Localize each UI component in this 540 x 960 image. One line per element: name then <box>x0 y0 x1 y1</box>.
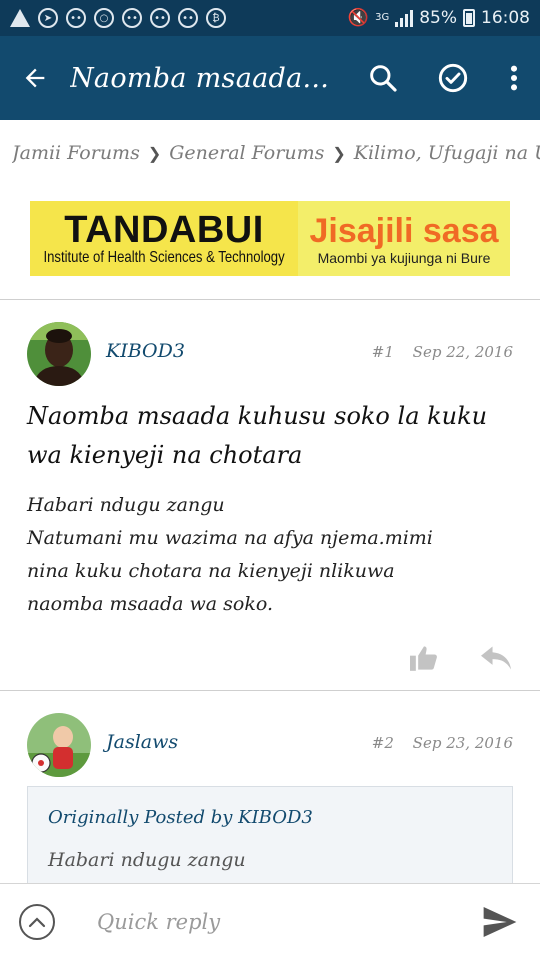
divider <box>0 299 540 300</box>
chevron-up-icon <box>28 917 46 928</box>
bitcoin-icon: ₿ <box>206 8 226 28</box>
post-body-line: naomba msaada wa soko. <box>27 593 273 615</box>
search-icon <box>370 65 397 92</box>
breadcrumb-item[interactable]: General Forums <box>169 142 324 164</box>
check-circle-icon <box>438 63 468 93</box>
post-number[interactable]: #2 <box>372 734 394 752</box>
thumbs-up-icon <box>410 646 437 671</box>
post-body-line: nina kuku chotara na kienyeji nlikuwa <box>27 560 395 582</box>
battery-percent: 85% <box>419 8 457 28</box>
breadcrumb-item[interactable]: Jamii Forums <box>12 142 140 164</box>
post-author[interactable]: KIBOD3 <box>106 340 185 362</box>
chat-icon: •• <box>150 8 170 28</box>
quote-attribution[interactable]: Originally Posted by KIBOD3 <box>48 807 313 828</box>
banner-brand-block: TANDABUI Institute of Health Sciences & … <box>30 201 298 276</box>
chevron-right-icon: ❯ <box>332 143 346 163</box>
quick-reply-bar <box>0 883 540 960</box>
like-button[interactable] <box>409 643 439 673</box>
breadcrumb-item[interactable]: Kilimo, Ufugaji na Uv <box>354 142 540 164</box>
post-date: Sep 22, 2016 <box>412 343 513 361</box>
back-button[interactable] <box>0 36 70 120</box>
status-bar: ➤ •• ○ •• •• •• ₿ 🔇 3G 85% 16:08 <box>0 0 540 36</box>
mark-read-button[interactable] <box>418 36 488 120</box>
quick-reply-input[interactable] <box>97 910 457 934</box>
avatar[interactable] <box>27 322 91 386</box>
search-button[interactable] <box>348 36 418 120</box>
reply-button[interactable] <box>481 643 511 673</box>
more-vert-icon <box>510 65 518 91</box>
clock: 16:08 <box>481 8 530 28</box>
banner-brand: TANDABUI <box>64 208 264 251</box>
post-meta: #2 Sep 23, 2016 <box>372 734 513 752</box>
quote-text: Habari ndugu zangu <box>48 849 246 871</box>
send-icon <box>483 907 517 937</box>
chat-icon: •• <box>66 8 86 28</box>
post-body-line: Natumani mu wazima na afya njema.mimi <box>27 527 433 549</box>
app-bar: Naomba msaada... <box>0 36 540 120</box>
post-body-line: Habari ndugu zangu <box>27 494 225 516</box>
post-number[interactable]: #1 <box>372 343 394 361</box>
overflow-menu-button[interactable] <box>488 36 540 120</box>
post-author[interactable]: Jaslaws <box>106 731 178 753</box>
banner-subtitle: Institute of Health Sciences & Technolog… <box>43 248 285 266</box>
signal-icon <box>395 9 414 27</box>
divider <box>0 690 540 691</box>
instagram-icon: ○ <box>94 8 114 28</box>
post-date: Sep 23, 2016 <box>412 734 513 752</box>
banner-cta: Jisajili sasa <box>309 211 499 250</box>
ad-banner[interactable]: TANDABUI Institute of Health Sciences & … <box>30 201 510 276</box>
chat-icon: •• <box>178 8 198 28</box>
send-button[interactable] <box>482 904 518 940</box>
banner-note: Maombi ya kujiunga ni Bure <box>317 249 491 266</box>
chat-icon: •• <box>122 8 142 28</box>
notification-icons: ➤ •• ○ •• •• •• ₿ <box>10 8 226 28</box>
chevron-right-icon: ❯ <box>147 143 162 163</box>
reply-icon <box>481 646 511 670</box>
page-title: Naomba msaada... <box>70 62 330 94</box>
system-indicators: 🔇 3G 85% 16:08 <box>348 8 530 28</box>
telegram-icon: ➤ <box>38 8 58 28</box>
post-body: Habari ndugu zangu Natumani mu wazima na… <box>27 489 517 621</box>
back-arrow-icon <box>25 68 45 88</box>
thread-title: Naomba msaada kuhusu soko la kuku wa kie… <box>27 402 488 469</box>
warning-icon <box>10 9 30 27</box>
post-meta: #1 Sep 22, 2016 <box>372 343 513 361</box>
avatar-photo <box>27 322 91 386</box>
expand-reply-button[interactable] <box>19 904 55 940</box>
mute-icon: 🔇 <box>347 8 370 28</box>
network-type: 3G <box>375 12 390 23</box>
banner-cta-block: Jisajili sasa Maombi ya kujiunga ni Bure <box>298 201 510 276</box>
avatar[interactable] <box>27 713 91 777</box>
avatar-photo <box>27 713 91 777</box>
breadcrumb: Jamii Forums ❯ General Forums ❯ Kilimo, … <box>12 128 540 178</box>
battery-icon <box>463 9 475 27</box>
